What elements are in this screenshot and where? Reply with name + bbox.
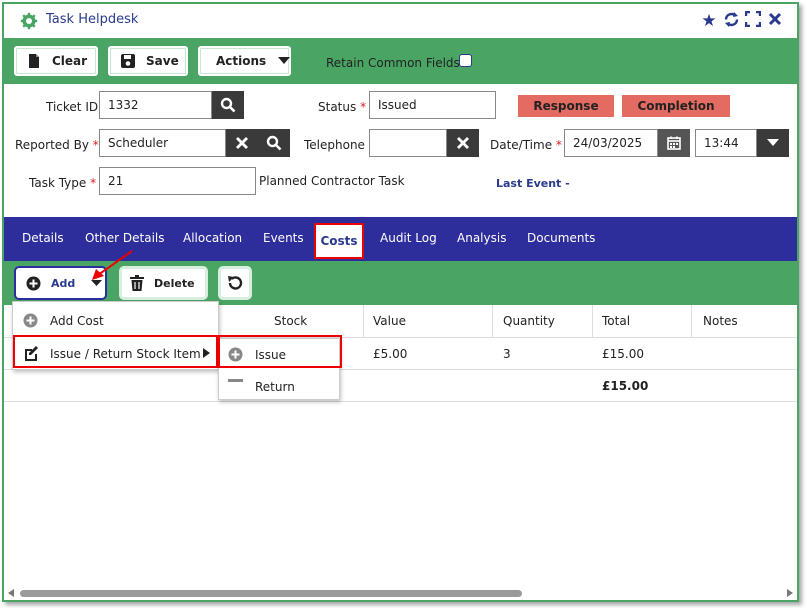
horizontal-scrollbar[interactable] xyxy=(4,586,797,600)
calendar-button[interactable] xyxy=(658,129,690,157)
refresh-icon[interactable] xyxy=(721,11,741,31)
menu-item-add-cost[interactable]: Add Cost xyxy=(50,314,104,328)
plus-circle-icon xyxy=(23,313,38,328)
completion-button[interactable]: Completion xyxy=(622,95,730,117)
submenu-item-return[interactable]: Return xyxy=(255,380,295,394)
table-total-row: £15.00 xyxy=(4,370,797,402)
close-icon[interactable] xyxy=(765,11,785,31)
telephone-field[interactable] xyxy=(369,129,447,157)
tab-allocation[interactable]: Allocation xyxy=(183,231,242,245)
task-helpdesk-window: Task Helpdesk ★ Clear Save Actions Retai… xyxy=(2,2,799,602)
cell-total: £15.00 xyxy=(602,347,644,361)
column-header-value: Value xyxy=(373,314,406,328)
window-title: Task Helpdesk xyxy=(46,12,139,27)
grand-total: £15.00 xyxy=(602,379,649,393)
ticket-id-field[interactable]: 1332 xyxy=(99,91,212,119)
undo-icon xyxy=(228,276,243,290)
document-icon xyxy=(29,54,39,68)
status-label: Status * xyxy=(318,100,367,114)
datetime-label: Date/Time * xyxy=(490,138,562,152)
tab-details[interactable]: Details xyxy=(22,231,64,245)
clear-button[interactable]: Clear xyxy=(12,44,100,78)
retain-common-fields-checkbox[interactable] xyxy=(459,54,472,67)
expand-icon[interactable] xyxy=(743,10,763,31)
tab-costs[interactable]: Costs xyxy=(314,223,364,259)
caret-down-icon xyxy=(767,139,779,146)
actions-dropdown[interactable]: Actions xyxy=(196,44,293,78)
column-header-notes: Notes xyxy=(703,314,738,328)
column-divider xyxy=(691,305,692,338)
undo-button[interactable] xyxy=(218,266,252,300)
reported-by-search-button[interactable] xyxy=(258,129,290,157)
reported-by-label: Reported By * xyxy=(15,138,99,152)
retain-common-fields-label: Retain Common Fields xyxy=(326,56,460,70)
main-toolbar: Clear Save Actions Retain Common Fields xyxy=(4,38,797,84)
time-dropdown-button[interactable] xyxy=(757,129,789,157)
highlight-box xyxy=(218,335,342,368)
column-divider xyxy=(363,305,364,338)
column-header-total: Total xyxy=(602,314,631,328)
last-event-link[interactable]: Last Event - xyxy=(496,177,570,190)
column-header-quantity: Quantity xyxy=(503,314,555,328)
cell-quantity: 3 xyxy=(503,347,511,361)
caret-down-icon xyxy=(278,57,291,64)
scrollbar-thumb[interactable] xyxy=(20,590,522,597)
scroll-left-icon[interactable] xyxy=(8,589,14,597)
status-field[interactable]: Issued xyxy=(369,91,496,119)
task-type-field[interactable]: 21 xyxy=(99,167,256,195)
floppy-disk-icon xyxy=(121,54,135,68)
minus-icon xyxy=(228,379,243,382)
plus-circle-icon xyxy=(26,276,41,290)
task-type-description: Planned Contractor Task xyxy=(259,174,405,188)
close-icon xyxy=(236,137,248,149)
tab-documents[interactable]: Documents xyxy=(527,231,595,245)
clear-label: Clear xyxy=(52,54,88,68)
response-button[interactable]: Response xyxy=(518,95,614,117)
column-header-stock: Stock xyxy=(274,314,308,328)
scroll-right-icon[interactable] xyxy=(787,589,793,597)
column-divider xyxy=(492,305,493,338)
star-icon[interactable]: ★ xyxy=(699,11,719,31)
save-label: Save xyxy=(146,54,179,68)
task-type-label: Task Type * xyxy=(29,176,97,190)
time-field[interactable]: 13:44 xyxy=(695,129,757,157)
close-icon xyxy=(457,137,469,149)
date-field[interactable]: 24/03/2025 xyxy=(564,129,658,157)
actions-label: Actions xyxy=(216,54,267,68)
title-bar: Task Helpdesk ★ xyxy=(4,4,797,38)
tab-audit-log[interactable]: Audit Log xyxy=(380,231,437,245)
telephone-label: Telephone xyxy=(304,138,365,152)
reported-by-clear-button[interactable] xyxy=(226,129,258,157)
telephone-clear-button[interactable] xyxy=(447,129,479,157)
cell-value: £5.00 xyxy=(373,347,408,361)
gear-icon xyxy=(20,12,38,30)
search-icon xyxy=(266,135,282,151)
highlight-box xyxy=(13,335,218,368)
tab-other-details[interactable]: Other Details xyxy=(85,231,165,245)
ticket-search-button[interactable] xyxy=(212,91,244,119)
calendar-icon xyxy=(667,136,681,150)
add-label: Add xyxy=(51,276,76,290)
save-button[interactable]: Save xyxy=(106,44,190,78)
tab-events[interactable]: Events xyxy=(263,231,304,245)
ticket-id-label: Ticket ID xyxy=(46,100,99,114)
reported-by-field[interactable]: Scheduler xyxy=(99,129,226,157)
delete-label: Delete xyxy=(154,276,195,290)
column-divider xyxy=(592,305,593,338)
search-icon xyxy=(220,97,236,113)
tab-analysis[interactable]: Analysis xyxy=(457,231,506,245)
annotation-arrow xyxy=(92,250,133,280)
